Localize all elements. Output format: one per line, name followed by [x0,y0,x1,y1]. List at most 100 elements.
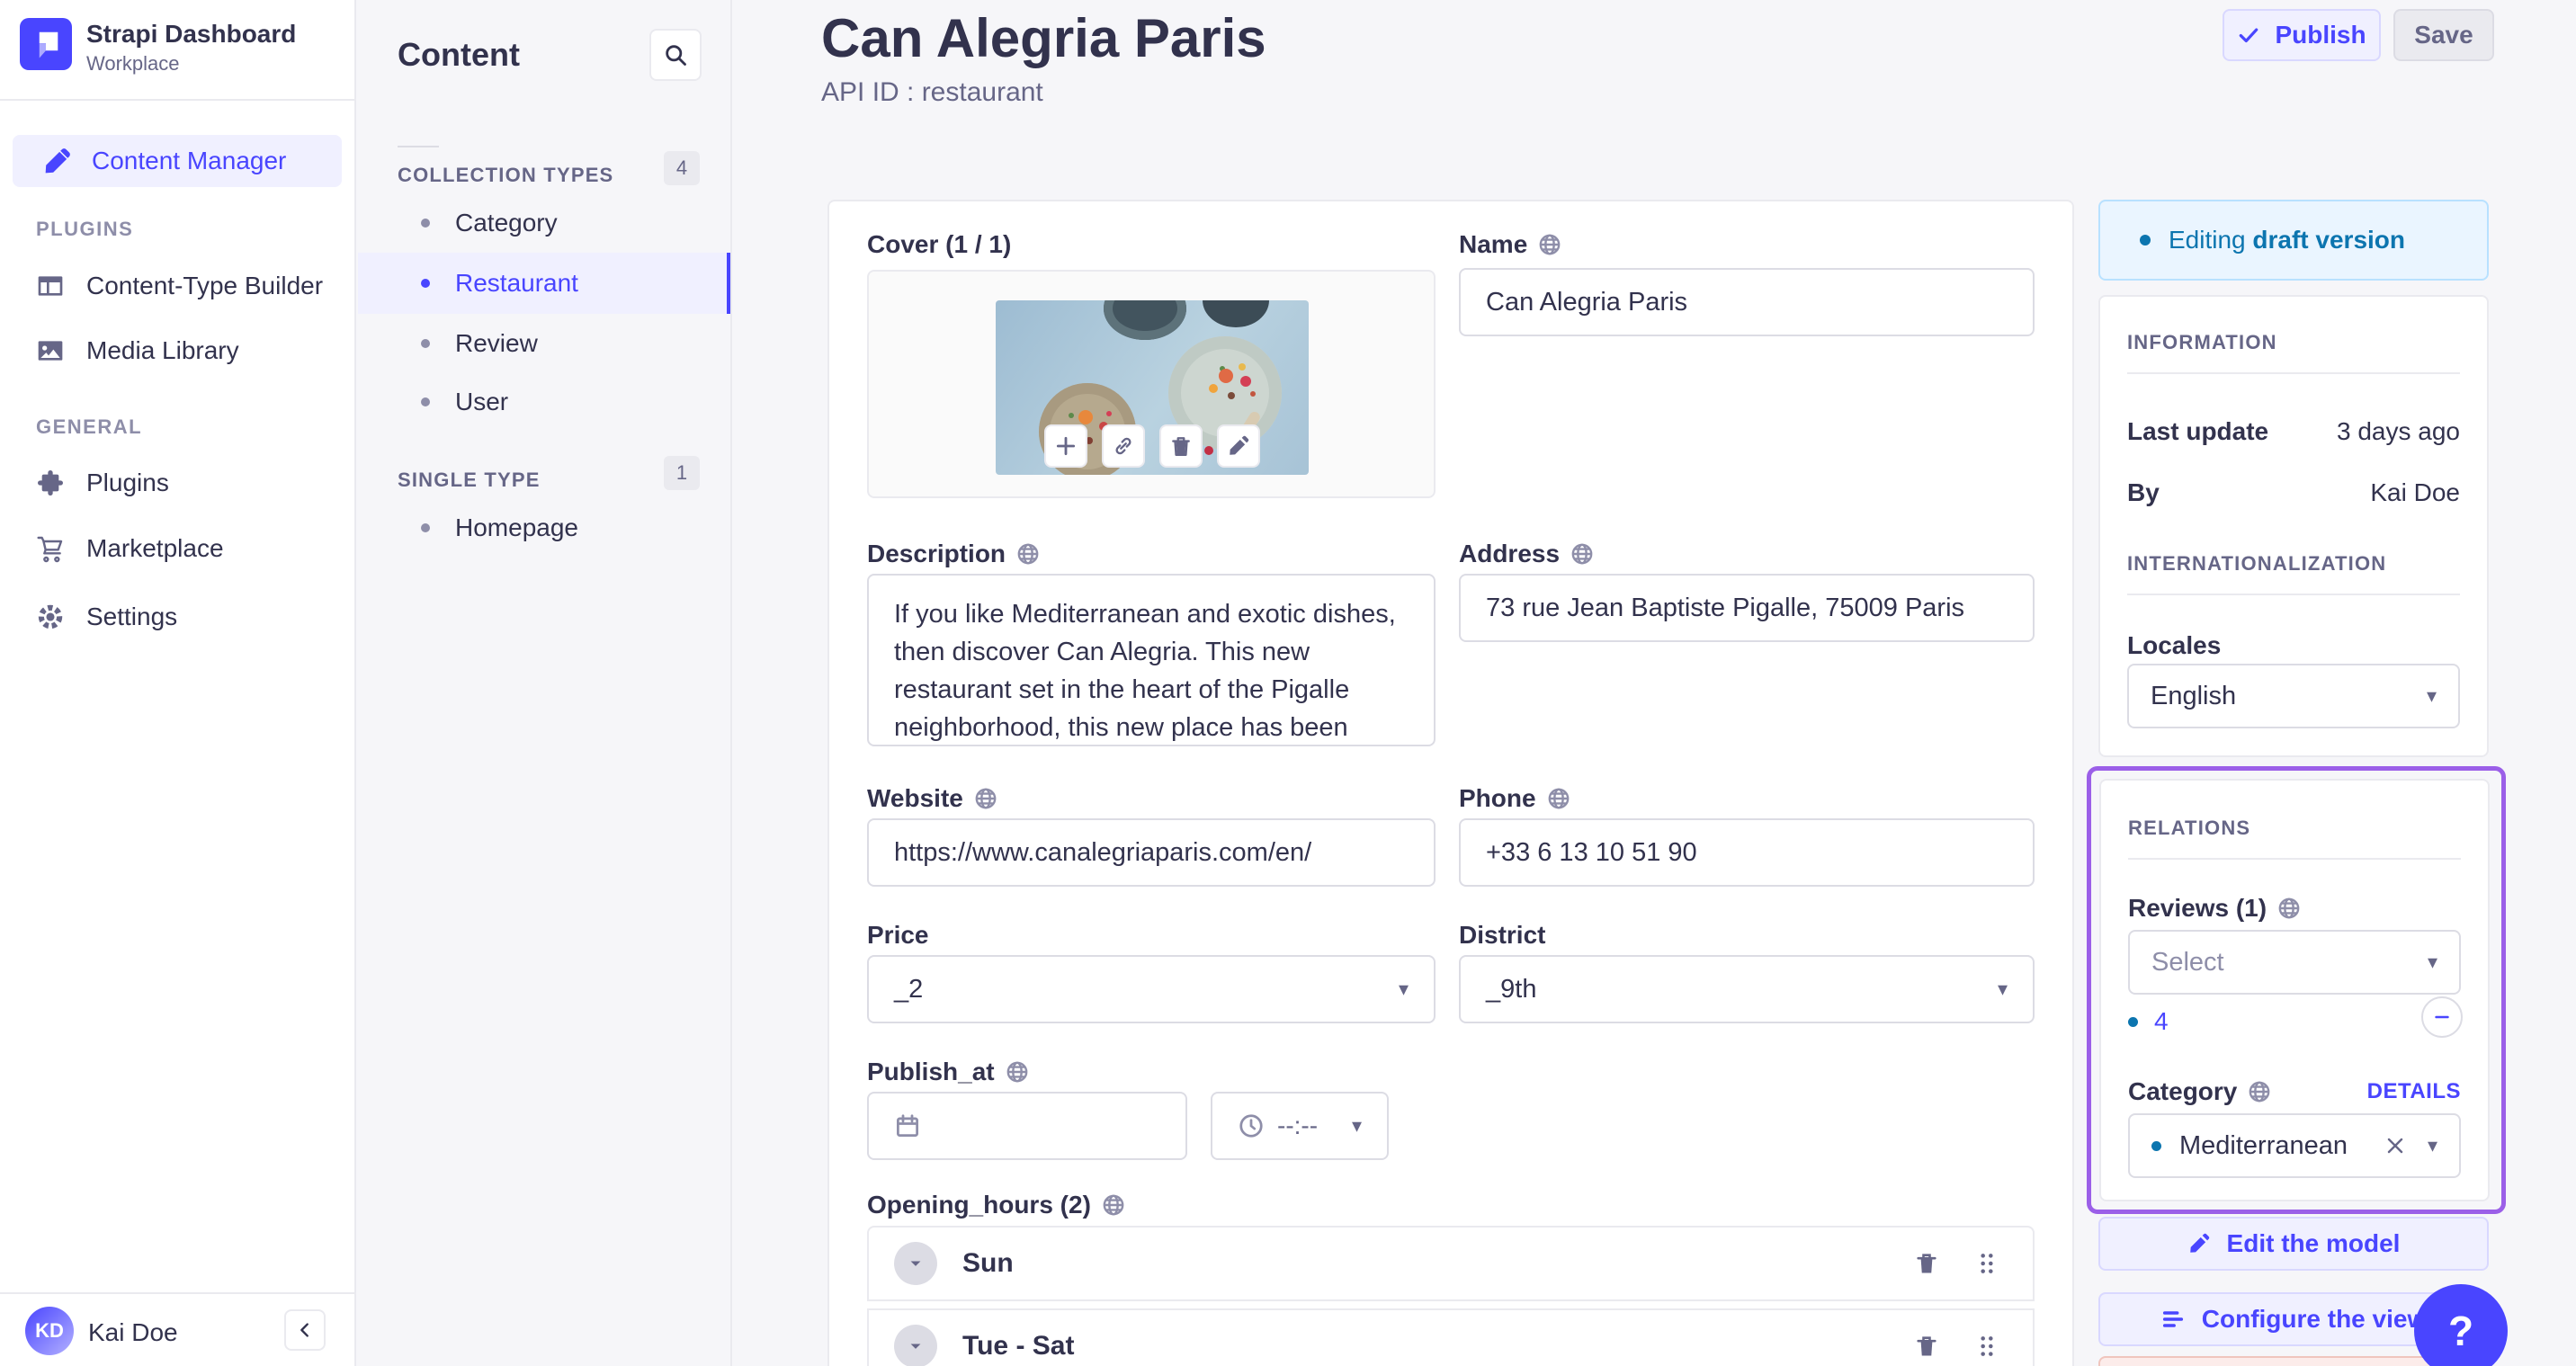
sidebar-item-marketplace[interactable]: Marketplace [0,522,354,575]
bullet-icon [421,397,430,406]
chevron-down-icon: ▾ [1398,978,1409,1000]
chevron-down-icon: ▾ [2426,684,2437,707]
accordion-toggle-button[interactable] [894,1242,937,1285]
chevron-down-icon: ▾ [2427,1134,2437,1156]
api-id-label: API ID : restaurant [821,77,1043,107]
sidebar-item-content-type-builder[interactable]: Content-Type Builder [0,260,354,312]
subnav-item-category[interactable]: Category [358,194,730,252]
opening-hours-item-tue-sat[interactable]: Tue - Sat [867,1308,2035,1366]
chevron-down-icon [910,1344,921,1349]
pencil-icon [1230,435,1249,455]
opening-hours-label: Opening_hours (2) [867,1191,1125,1219]
bullet-icon [421,523,430,532]
sidebar-item-content-manager[interactable]: Content Manager [13,135,342,187]
plus-icon [1056,436,1076,456]
globe-icon [1548,788,1569,809]
internationalization-heading: INTERNATIONALIZATION [2127,552,2387,575]
globe-icon [2250,1081,2270,1103]
subnav-item-homepage[interactable]: Homepage [358,499,730,557]
category-label: Category [2128,1077,2271,1106]
review-relation-item[interactable]: 4 [2128,1007,2169,1036]
district-select[interactable]: _9th ▾ [1459,955,2035,1023]
divider [2127,372,2460,374]
subnav-title: Content [398,36,520,73]
edit-model-button[interactable]: Edit the model [2098,1217,2489,1271]
details-link[interactable]: DETAILS [2367,1079,2461,1104]
price-select[interactable]: _2 ▾ [867,955,1436,1023]
name-field[interactable] [1459,268,2035,336]
help-button[interactable]: ? [2414,1284,2508,1366]
add-asset-button[interactable] [1044,424,1087,468]
by-value: Kai Doe [2370,478,2460,506]
edit-asset-button[interactable] [1217,424,1260,468]
main-nav: Strapi Dashboard Workplace Content Manag… [0,0,356,1366]
gear-icon [36,603,65,631]
brand: Strapi Dashboard Workplace [0,0,354,101]
bullet-icon [421,219,430,228]
phone-label: Phone [1459,784,1570,813]
sidebar-item-label: Content-Type Builder [86,272,324,299]
relations-heading: RELATIONS [2128,817,2251,839]
website-field[interactable] [867,818,1436,887]
sidebar-item-media-library[interactable]: Media Library [0,325,354,377]
address-field[interactable] [1459,574,2035,642]
globe-icon [1539,234,1561,255]
list-settings-icon [2162,1311,2183,1327]
category-select[interactable]: Mediterranean ▾ [2128,1113,2461,1178]
remove-relation-button[interactable] [2421,996,2463,1038]
cover-dropzone[interactable] [867,270,1436,498]
globe-icon [1006,1061,1027,1083]
address-label: Address [1459,540,1594,568]
sidebar-item-settings[interactable]: Settings [0,591,354,643]
subnav-item-restaurant[interactable]: Restaurant [358,253,730,314]
trash-icon[interactable] [1914,1251,1939,1276]
save-button[interactable]: Save [2393,9,2494,61]
website-label: Website [867,784,997,813]
subnav-item-label: Restaurant [455,269,578,297]
reviews-select[interactable]: Select ▾ [2128,930,2461,995]
divider [2128,858,2461,860]
general-heading: GENERAL [36,415,143,438]
subnav-item-user[interactable]: User [358,373,730,431]
plugins-heading: PLUGINS [36,218,134,240]
accordion-toggle-button[interactable] [894,1325,937,1366]
sidebar-item-label: Plugins [86,469,169,496]
description-field[interactable]: If you like Mediterranean and exotic dis… [867,574,1436,746]
globe-icon [1017,543,1039,565]
publish-at-label: Publish_at [867,1058,1029,1086]
delete-asset-button[interactable] [1159,424,1203,468]
by-label: By [2127,478,2160,506]
chevron-down-icon: ▾ [2427,951,2437,973]
collapse-sidebar-button[interactable] [284,1309,326,1351]
publish-at-time-picker[interactable]: --:-- ▾ [1211,1092,1389,1160]
single-type-heading: SINGLE TYPE [398,469,541,491]
avatar[interactable]: KD [25,1307,74,1355]
locale-select[interactable]: English ▾ [2127,664,2460,728]
subnav-item-review[interactable]: Review [358,315,730,372]
page-title: Can Alegria Paris [821,8,1266,68]
accordion-title: Sun [962,1248,1014,1278]
reviews-label: Reviews (1) [2128,894,2301,923]
search-button[interactable] [649,29,702,81]
trash-icon[interactable] [1914,1334,1939,1359]
publish-button[interactable]: Publish [2223,9,2381,61]
locales-label: Locales [2127,631,2222,659]
content-type-builder-icon [36,272,65,300]
copy-link-button[interactable] [1102,424,1145,468]
sidebar-item-label: Settings [86,603,178,630]
drag-handle-icon[interactable] [1975,1334,1999,1359]
sidebar-item-plugins[interactable]: Plugins [0,457,354,509]
drag-handle-icon[interactable] [1975,1251,1999,1276]
cover-actions [1044,424,1260,468]
clear-icon[interactable] [2384,1135,2406,1156]
subnav-item-label: Homepage [455,513,578,541]
opening-hours-item-sun[interactable]: Sun [867,1226,2035,1301]
phone-field[interactable] [1459,818,2035,887]
publish-at-date-picker[interactable] [867,1092,1187,1160]
relation-link[interactable]: 4 [2154,1007,2169,1036]
workspace-label: Workplace [86,52,180,75]
chevron-down-icon [910,1261,921,1266]
status-dot-icon [2140,235,2151,246]
search-icon [666,45,686,66]
bullet-icon [421,279,430,288]
